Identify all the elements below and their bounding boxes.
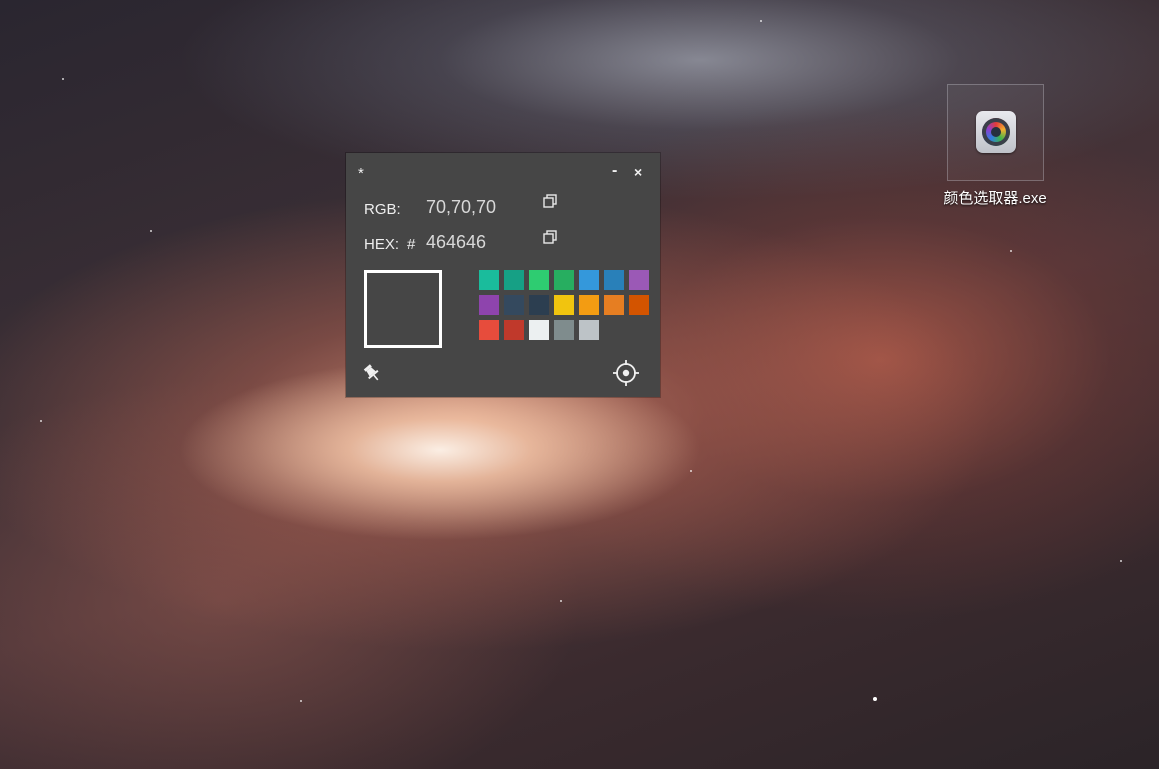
color-swatch[interactable] <box>629 295 649 315</box>
copy-hex-icon[interactable] <box>543 230 557 244</box>
color-swatch[interactable] <box>604 270 624 290</box>
color-picker-window: * - × RGB: HEX: # <box>346 153 660 397</box>
crosshair-icon[interactable] <box>613 360 639 386</box>
window-title: * <box>358 165 364 182</box>
color-swatch[interactable] <box>529 295 549 315</box>
color-swatch[interactable] <box>554 295 574 315</box>
close-button[interactable]: × <box>634 164 642 180</box>
color-swatch[interactable] <box>479 270 499 290</box>
color-preview <box>364 270 442 348</box>
color-swatch[interactable] <box>579 320 599 340</box>
minimize-button[interactable]: - <box>612 162 617 180</box>
color-swatch[interactable] <box>604 295 624 315</box>
color-swatch[interactable] <box>529 270 549 290</box>
color-swatch[interactable] <box>479 320 499 340</box>
color-swatch[interactable] <box>579 270 599 290</box>
pin-icon[interactable] <box>362 363 382 383</box>
color-swatch[interactable] <box>554 270 574 290</box>
hex-input[interactable] <box>426 232 536 253</box>
color-swatch[interactable] <box>504 270 524 290</box>
color-swatch[interactable] <box>579 295 599 315</box>
rgb-input[interactable] <box>426 197 536 218</box>
color-swatch[interactable] <box>629 270 649 290</box>
rgb-label: RGB: <box>364 201 401 218</box>
copy-rgb-icon[interactable] <box>543 194 557 208</box>
color-swatch[interactable] <box>504 320 524 340</box>
hex-hash: # <box>407 236 416 253</box>
color-picker-app-icon <box>976 111 1016 153</box>
desktop-app-shortcut[interactable] <box>947 84 1044 181</box>
color-swatch[interactable] <box>554 320 574 340</box>
color-swatch[interactable] <box>504 295 524 315</box>
desktop-shortcut-label[interactable]: 颜色选取器.exe <box>930 187 1060 208</box>
color-swatch[interactable] <box>479 295 499 315</box>
color-swatch[interactable] <box>529 320 549 340</box>
hex-label: HEX: <box>364 236 400 253</box>
